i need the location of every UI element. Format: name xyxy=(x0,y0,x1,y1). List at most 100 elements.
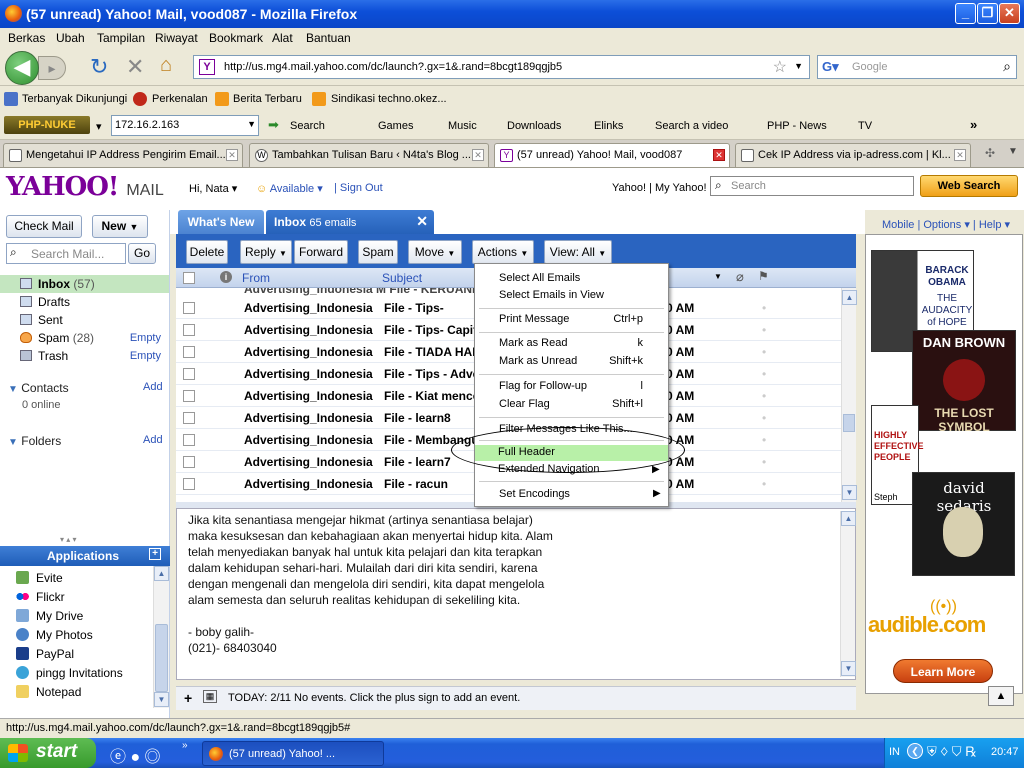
new-button[interactable]: New ▼ xyxy=(92,215,148,238)
move-button[interactable]: Move ▼ xyxy=(408,240,462,264)
toolbar-search-video[interactable]: Search a video xyxy=(655,120,728,132)
folders-section[interactable]: ▼ Folders Add xyxy=(8,434,163,448)
row-checkbox[interactable] xyxy=(183,368,195,380)
tab-ip-address[interactable]: Mengetahui IP Address Pengirim Email... … xyxy=(3,143,243,167)
tab-yahoo-mail[interactable]: Y (57 unread) Yahoo! Mail, vood087 ✕ xyxy=(494,143,730,167)
app-evite[interactable]: Evite xyxy=(16,571,63,585)
back-button[interactable]: ◀ xyxy=(5,51,39,85)
toolbar-php-news[interactable]: PHP - News xyxy=(767,120,827,132)
actions-button[interactable]: Actions ▼ xyxy=(472,240,534,264)
folder-sent[interactable]: Sent xyxy=(0,311,169,329)
status-selector[interactable]: ☺ Available ▾ xyxy=(256,182,323,195)
toolbar-dropdown-icon[interactable]: ▾ xyxy=(96,120,102,133)
folder-spam[interactable]: Spam (28) Empty xyxy=(0,329,169,347)
row-checkbox[interactable] xyxy=(183,434,195,446)
toolbar-tv[interactable]: TV xyxy=(858,120,872,132)
check-mail-button[interactable]: Check Mail xyxy=(6,215,82,238)
toolbar-music[interactable]: Music xyxy=(448,120,477,132)
empty-trash-link[interactable]: Empty xyxy=(130,350,161,362)
yahoo-mail-logo[interactable]: YAHOO! MAIL xyxy=(6,172,164,202)
select-all-checkbox[interactable] xyxy=(183,272,195,284)
menu-print-message[interactable]: Print Message xyxy=(499,313,569,325)
row-checkbox[interactable] xyxy=(183,390,195,402)
go-button[interactable]: Go xyxy=(128,243,156,264)
forward-mail-button[interactable]: Forward xyxy=(294,240,348,264)
tab-whats-new[interactable]: What's New xyxy=(178,210,264,235)
apps-scroll-thumb[interactable] xyxy=(155,624,168,692)
folder-trash[interactable]: Trash Empty xyxy=(0,347,169,365)
folders-add-link[interactable]: Add xyxy=(143,434,163,446)
ip-dropdown-icon[interactable]: ▼ xyxy=(247,119,256,129)
tab-list-icon[interactable]: ✣ xyxy=(985,146,995,160)
list-scroll-thumb[interactable] xyxy=(843,414,855,432)
toolbar-search[interactable]: Search xyxy=(290,120,325,132)
tray-expand-icon[interactable]: ❮ xyxy=(907,743,923,759)
bookmark-perkenalan[interactable]: Perkenalan xyxy=(152,93,208,105)
info-icon[interactable]: i xyxy=(220,271,232,283)
app-my-photos[interactable]: My Photos xyxy=(16,628,93,642)
toolbar-elinks[interactable]: Elinks xyxy=(594,120,623,132)
scroll-up-icon[interactable]: ▲ xyxy=(841,511,856,526)
minimize-button[interactable]: _ xyxy=(955,3,976,24)
flag-icon[interactable]: ⚑ xyxy=(758,269,769,283)
tab-menu-icon[interactable]: ▼ xyxy=(1008,146,1018,157)
bookmark-sindikasi[interactable]: Sindikasi techno.okez... xyxy=(331,93,447,105)
applications-header[interactable]: Applications + xyxy=(0,546,170,566)
menu-select-all[interactable]: Select All Emails xyxy=(499,272,580,284)
signout-link[interactable]: | Sign Out xyxy=(334,182,383,194)
menu-alat[interactable]: Alat xyxy=(272,31,293,45)
attachment-icon[interactable]: ⌀ xyxy=(736,269,744,285)
quicklaunch-icons[interactable]: ⓔ ● ◎ xyxy=(110,743,161,767)
url-dropdown-icon[interactable]: ▼ xyxy=(794,61,803,71)
column-from[interactable]: From xyxy=(242,271,270,285)
folder-inbox[interactable]: Inbox (57) xyxy=(0,275,169,293)
tab-close-icon[interactable]: ✕ xyxy=(226,149,238,161)
taskbar-item-firefox[interactable]: (57 unread) Yahoo! ... xyxy=(202,741,384,766)
scroll-up-icon[interactable]: ▲ xyxy=(154,566,169,581)
yahoo-links[interactable]: Yahoo! | My Yahoo! xyxy=(612,182,707,194)
menu-ubah[interactable]: Ubah xyxy=(56,31,85,45)
greeting[interactable]: Hi, Nata ▾ xyxy=(189,182,237,195)
menu-riwayat[interactable]: Riwayat xyxy=(155,31,198,45)
menu-mark-unread[interactable]: Mark as Unread xyxy=(499,355,577,367)
column-subject[interactable]: Subject xyxy=(382,271,422,285)
app-pingg[interactable]: pingg Invitations xyxy=(16,666,123,680)
view-button[interactable]: View: All ▼ xyxy=(544,240,612,264)
audible-logo[interactable]: audible.com xyxy=(868,612,986,638)
collapse-icon[interactable]: ▼ xyxy=(8,437,18,448)
menu-set-encodings[interactable]: Set Encodings xyxy=(499,488,570,500)
toolbar-games[interactable]: Games xyxy=(378,120,413,132)
stop-icon[interactable]: ✕ xyxy=(126,54,144,80)
forward-button[interactable]: ▸ xyxy=(38,56,66,80)
learn-more-button[interactable]: Learn More xyxy=(893,659,993,683)
tab-inbox-close-icon[interactable]: ✕ xyxy=(416,213,428,230)
browser-search-field[interactable]: G▾ Google ⌕ xyxy=(817,55,1017,79)
restore-button[interactable]: ❐ xyxy=(977,3,998,24)
menu-mark-read[interactable]: Mark as Read xyxy=(499,337,567,349)
folder-drafts[interactable]: Drafts xyxy=(0,293,169,311)
home-icon[interactable]: ⌂ xyxy=(160,54,172,77)
menu-clear-flag[interactable]: Clear Flag xyxy=(499,398,550,410)
reply-button[interactable]: Reply ▼ xyxy=(240,240,292,264)
bookmark-berita[interactable]: Berita Terbaru xyxy=(233,93,302,105)
menu-berkas[interactable]: Berkas xyxy=(8,31,45,45)
toolbar-downloads[interactable]: Downloads xyxy=(507,120,561,132)
preview-scrollbar[interactable]: ▲ ▼ xyxy=(840,511,856,677)
spam-button[interactable]: Spam xyxy=(358,240,398,264)
ip-address-field[interactable]: 172.16.2.163 ▼ xyxy=(111,115,259,136)
star-icon[interactable]: ☆ xyxy=(773,57,787,77)
tab-cek-ip[interactable]: Cek IP Address via ip-adress.com | Kl...… xyxy=(735,143,971,167)
row-checkbox[interactable] xyxy=(183,456,195,468)
book-cover[interactable]: DAN BROWN THE LOST SYMBOL xyxy=(912,330,1016,434)
tab-close-icon[interactable]: ✕ xyxy=(954,149,966,161)
empty-spam-link[interactable]: Empty xyxy=(130,332,161,344)
url-bar[interactable]: Y http://us.mg4.mail.yahoo.com/dc/launch… xyxy=(193,55,810,79)
toolbar-overflow-button[interactable]: » xyxy=(970,117,977,132)
scroll-top-icon[interactable]: ▲ xyxy=(988,686,1014,706)
bookmark-most-visited[interactable]: Terbanyak Dikunjungi xyxy=(22,93,127,105)
web-search-button[interactable]: Web Search xyxy=(920,175,1018,197)
tab-wordpress[interactable]: W Tambahkan Tulisan Baru ‹ N4ta's Blog .… xyxy=(249,143,489,167)
collapse-icon[interactable]: ▼ xyxy=(8,384,18,395)
delete-button[interactable]: Delete xyxy=(186,240,228,264)
reload-icon[interactable]: ↻ xyxy=(90,54,108,80)
